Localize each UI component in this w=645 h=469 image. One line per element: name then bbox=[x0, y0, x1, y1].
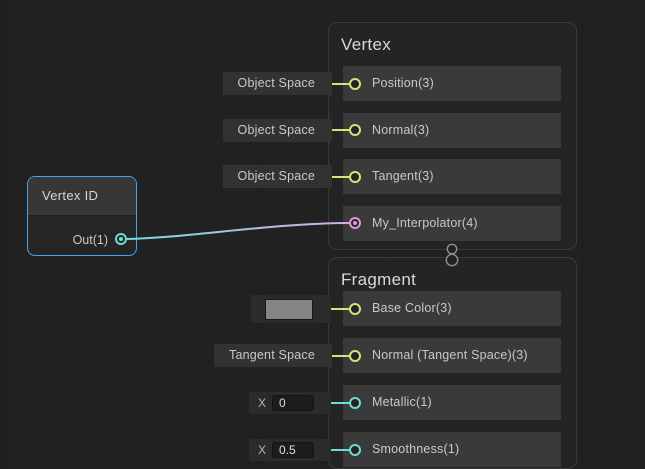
port-pin bbox=[119, 237, 123, 241]
port-label: Smoothness(1) bbox=[343, 432, 561, 467]
edge-path[interactable] bbox=[121, 223, 351, 239]
port-tangent-3[interactable] bbox=[349, 171, 361, 183]
block-title-vertex: Vertex bbox=[341, 35, 391, 55]
row-position-3[interactable]: Position(3) bbox=[343, 66, 561, 101]
port-label: My_Interpolator(4) bbox=[343, 206, 561, 241]
port-label: Metallic(1) bbox=[343, 385, 561, 420]
block-link-icon bbox=[443, 241, 461, 268]
row-tangent-3[interactable]: Tangent(3) bbox=[343, 159, 561, 194]
color-field[interactable] bbox=[251, 295, 331, 323]
space-dropdown[interactable]: Object Space bbox=[223, 72, 332, 95]
row-base-color-3[interactable]: Base Color(3) bbox=[343, 291, 561, 326]
port-label: Normal(3) bbox=[343, 113, 561, 148]
row-normal-tangent-space-3[interactable]: Normal (Tangent Space)(3) bbox=[343, 338, 561, 373]
float-field[interactable]: X 0.5 bbox=[249, 439, 331, 461]
space-dropdown[interactable]: Object Space bbox=[223, 119, 332, 142]
row-metallic-1[interactable]: Metallic(1) bbox=[343, 385, 561, 420]
port-label: Base Color(3) bbox=[343, 291, 561, 326]
port-my-interpolator-4[interactable] bbox=[349, 217, 361, 229]
color-swatch bbox=[265, 299, 313, 320]
port-normal-3[interactable] bbox=[349, 124, 361, 136]
block-title-fragment: Fragment bbox=[341, 270, 416, 290]
port-label: Tangent(3) bbox=[343, 159, 561, 194]
port-base-color-3[interactable] bbox=[349, 303, 361, 315]
node-title: Vertex ID bbox=[28, 177, 136, 216]
space-dropdown[interactable]: Tangent Space bbox=[214, 344, 332, 367]
row-normal-3[interactable]: Normal(3) bbox=[343, 113, 561, 148]
port-pin bbox=[353, 221, 357, 225]
value-input[interactable]: 0 bbox=[272, 395, 314, 411]
out-port-label: Out(1) bbox=[73, 231, 108, 249]
value-input[interactable]: 0.5 bbox=[272, 442, 314, 458]
port-out[interactable] bbox=[115, 233, 127, 245]
space-dropdown[interactable]: Object Space bbox=[223, 165, 332, 188]
port-label: Position(3) bbox=[343, 66, 561, 101]
port-normal-tangent-space-3[interactable] bbox=[349, 350, 361, 362]
port-label: Normal (Tangent Space)(3) bbox=[343, 338, 561, 373]
port-smoothness-1[interactable] bbox=[349, 444, 361, 456]
axis-label: X bbox=[258, 443, 266, 457]
row-my-interpolator-4[interactable]: My_Interpolator(4) bbox=[343, 206, 561, 241]
float-field[interactable]: X0 bbox=[249, 392, 331, 414]
port-position-3[interactable] bbox=[349, 78, 361, 90]
shader-graph-canvas[interactable]: Vertex Fragment Vertex ID Out(1) Positio… bbox=[0, 0, 645, 456]
axis-label: X bbox=[258, 396, 266, 410]
row-smoothness-1[interactable]: Smoothness(1) bbox=[343, 432, 561, 467]
port-metallic-1[interactable] bbox=[349, 397, 361, 409]
